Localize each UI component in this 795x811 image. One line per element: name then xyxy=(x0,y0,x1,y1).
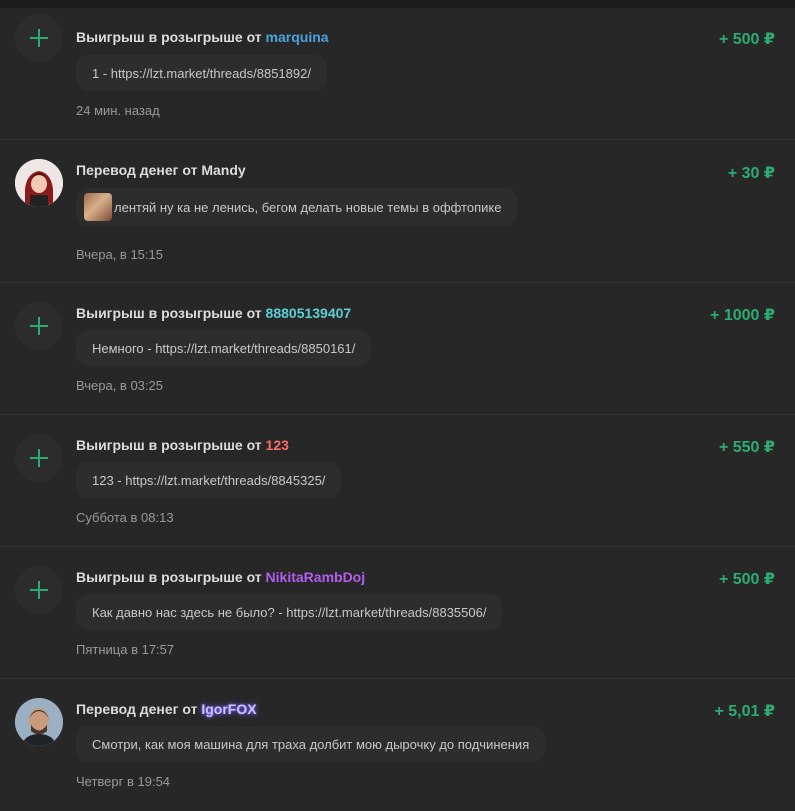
payments-feed: Выигрыш в розыгрыше от marquina + 500 ₽ … xyxy=(0,8,795,811)
timestamp: Вчера, в 15:15 xyxy=(76,247,163,262)
feed-item: Выигрыш в розыгрыше от NikitaRambDoj + 5… xyxy=(0,547,795,679)
feed-item: Перевод денег от Mandy + 30 ₽ лентяй ну … xyxy=(0,140,795,283)
title-prefix: Перевод денег от xyxy=(76,162,198,178)
amount: + 550 ₽ xyxy=(718,439,775,456)
amount: + 30 ₽ xyxy=(727,165,775,182)
item-title: Выигрыш в розыгрыше от NikitaRambDoj xyxy=(76,569,365,585)
user-link[interactable]: IgorFOX xyxy=(201,701,256,717)
comment-bubble[interactable]: Смотри, как моя машина для траха долбит … xyxy=(76,726,546,762)
timestamp: 24 мин. назад xyxy=(76,103,160,118)
title-prefix: Выигрыш в розыгрыше от xyxy=(76,437,262,453)
timestamp: Пятница в 17:57 xyxy=(76,642,175,657)
user-link[interactable]: marquina xyxy=(266,29,329,45)
plus-icon xyxy=(30,581,48,599)
comment-bubble[interactable]: Как давно нас здесь не было? - https://l… xyxy=(76,594,503,630)
plus-icon xyxy=(30,449,48,467)
amount: + 500 ₽ xyxy=(718,31,775,48)
feed-item: Перевод денег от IgorFOX + 5,01 ₽ Смотри… xyxy=(0,679,795,811)
plus-icon-circle xyxy=(15,14,63,62)
item-title: Перевод денег от Mandy xyxy=(76,162,246,178)
user-link[interactable]: Mandy xyxy=(201,162,245,178)
sticker-image xyxy=(84,193,112,221)
plus-icon xyxy=(30,317,48,335)
item-title: Выигрыш в розыгрыше от marquina xyxy=(76,29,329,45)
comment-bubble[interactable]: 1 - https://lzt.market/threads/8851892/ xyxy=(76,55,327,91)
comment-bubble[interactable]: лентяй ну ка не ленись, бегом делать нов… xyxy=(76,188,518,226)
plus-icon-circle xyxy=(15,434,63,482)
user-link[interactable]: 88805139407 xyxy=(266,305,352,321)
title-prefix: Выигрыш в розыгрыше от xyxy=(76,305,262,321)
comment-bubble[interactable]: Немного - https://lzt.market/threads/885… xyxy=(76,330,372,366)
feed-item: Выигрыш в розыгрыше от marquina + 500 ₽ … xyxy=(0,8,795,140)
title-prefix: Выигрыш в розыгрыше от xyxy=(76,569,262,585)
title-prefix: Выигрыш в розыгрыше от xyxy=(76,29,262,45)
timestamp: Четверг в 19:54 xyxy=(76,774,171,789)
avatar-image xyxy=(15,159,63,207)
timestamp: Суббота в 08:13 xyxy=(76,510,174,525)
feed-item: Выигрыш в розыгрыше от 123 + 550 ₽ 123 -… xyxy=(0,415,795,547)
feed-item: Выигрыш в розыгрыше от 88805139407 + 100… xyxy=(0,283,795,415)
amount: + 1000 ₽ xyxy=(710,307,775,324)
plus-icon xyxy=(30,29,48,47)
comment-text: лентяй ну ка не ленись, бегом делать нов… xyxy=(114,199,502,215)
top-edge xyxy=(0,0,795,8)
comment-bubble[interactable]: 123 - https://lzt.market/threads/8845325… xyxy=(76,462,342,498)
avatar-igorfox[interactable] xyxy=(15,698,63,746)
avatar-image xyxy=(15,698,63,746)
title-prefix: Перевод денег от xyxy=(76,701,198,717)
amount: + 5,01 ₽ xyxy=(714,703,775,720)
plus-icon-circle xyxy=(15,566,63,614)
timestamp: Вчера, в 03:25 xyxy=(76,378,163,393)
amount: + 500 ₽ xyxy=(718,571,775,588)
user-link[interactable]: NikitaRambDoj xyxy=(266,569,366,585)
item-title: Перевод денег от IgorFOX xyxy=(76,701,257,717)
item-title: Выигрыш в розыгрыше от 123 xyxy=(76,437,289,453)
item-title: Выигрыш в розыгрыше от 88805139407 xyxy=(76,305,351,321)
user-link[interactable]: 123 xyxy=(266,437,289,453)
plus-icon-circle xyxy=(15,302,63,350)
avatar-mandy[interactable] xyxy=(15,159,63,207)
